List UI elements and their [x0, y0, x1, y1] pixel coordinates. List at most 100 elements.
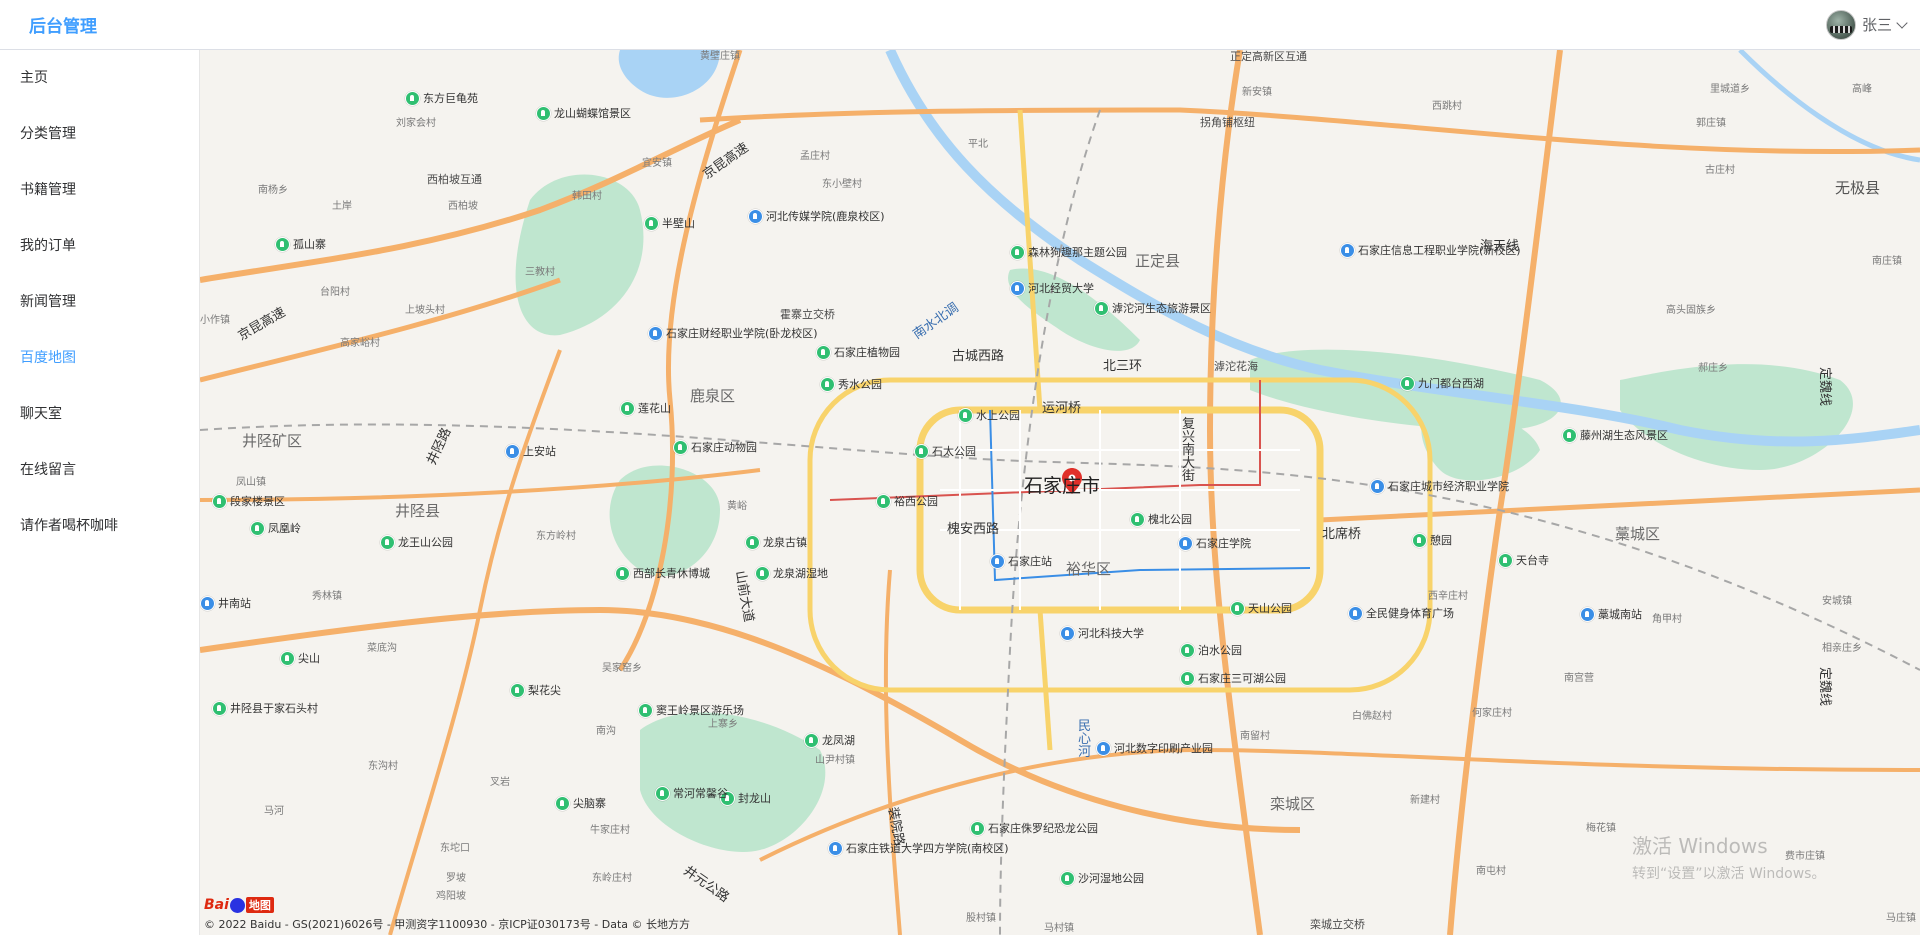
poi-longshan[interactable]: 龙山蝴蝶馆景区 [536, 105, 631, 121]
poi-shijiazhuang-station[interactable]: 石家庄站 [990, 553, 1052, 569]
poi-dinosaur-park[interactable]: 石家庄侏罗纪恐龙公园 [970, 820, 1098, 836]
chevron-down-icon[interactable] [1896, 16, 1908, 29]
poi-tianshan-park[interactable]: 天山公园 [1230, 600, 1292, 616]
poi-xinxi-college[interactable]: 石家庄信息工程职业学院(新校区) [1340, 242, 1521, 258]
baidu-map[interactable]: 石家庄市 鹿泉区 裕华区 藁城区 栾城区 井陉矿区 井陉县 正定县 无极县 古城… [200, 50, 1920, 935]
poi-longwangshan[interactable]: 龙王山公园 [380, 534, 453, 550]
town-label: 马村镇 [1044, 923, 1074, 934]
sidebar-item-messages[interactable]: 在线留言 [0, 442, 199, 498]
sidebar-item-baidu-map[interactable]: 百度地图 [0, 330, 199, 386]
poi-zoo[interactable]: 石家庄动物园 [673, 439, 757, 455]
poi-shangan-station[interactable]: 上安站 [505, 443, 556, 459]
poi-jiuyuan[interactable]: 憩园 [1412, 532, 1452, 548]
town-label: 叉岩 [490, 777, 510, 788]
town-label: 凤山镇 [236, 477, 266, 488]
poi-city-college[interactable]: 石家庄城市经济职业学院 [1370, 478, 1509, 494]
poi-boshui-park[interactable]: 泊水公园 [1180, 642, 1242, 658]
district-gaocheng: 藁城区 [1615, 525, 1661, 543]
poi-dongfang-turtle[interactable]: 东方巨龟苑 [405, 90, 478, 106]
zoo-icon [673, 439, 688, 455]
road-yunhe-qiao: 运河桥 [1042, 401, 1082, 416]
town-label: 里城道乡 [1710, 84, 1750, 95]
town-label: 孟庄村 [800, 151, 830, 162]
poi-jingmao-university[interactable]: 河北经贸大学 [1010, 280, 1094, 296]
poi-yuxi-park[interactable]: 裕西公园 [876, 493, 938, 509]
school-icon [748, 208, 763, 224]
poi-longquan-lake[interactable]: 龙泉湖湿地 [755, 565, 828, 581]
sidebar-item-chatroom[interactable]: 聊天室 [0, 386, 199, 442]
mountain-icon [275, 236, 290, 252]
mountain-icon [620, 400, 635, 416]
town-label: 秀林镇 [312, 591, 342, 602]
poi-tiedao-university[interactable]: 石家庄铁道大学四方学院(南校区) [828, 840, 1009, 856]
train-station-icon [1580, 606, 1595, 622]
town-label: 南屯村 [1476, 866, 1506, 877]
town-label: 南杨乡 [258, 185, 288, 196]
town-label: 高头固族乡 [1666, 305, 1716, 316]
town-label: 三教村 [525, 267, 555, 278]
poi-sanke-lake-park[interactable]: 石家庄三可湖公园 [1180, 670, 1286, 686]
park-icon [615, 565, 630, 581]
poi-banbishan[interactable]: 半壁山 [644, 215, 695, 231]
label-hutuo-flower-sea: 滹沱花海 [1214, 360, 1258, 373]
poi-tangzhou-lake[interactable]: 藤州湖生态风景区 [1562, 427, 1668, 443]
poi-lianhuashan[interactable]: 莲花山 [620, 400, 671, 416]
poi-jingnan-station[interactable]: 井南站 [200, 595, 251, 611]
poi-longfeng-lake[interactable]: 龙凤湖 [804, 732, 855, 748]
poi-shahe-wetland[interactable]: 沙河湿地公园 [1060, 870, 1144, 886]
town-label: 南宫营 [1564, 673, 1594, 684]
park-icon [914, 443, 929, 459]
poi-hebei-keji[interactable]: 河北科技大学 [1060, 625, 1144, 641]
poi-tiantai-temple[interactable]: 天台寺 [1498, 552, 1549, 568]
town-label: 郝庄乡 [1698, 363, 1728, 374]
poi-jianshan[interactable]: 尖山 [280, 650, 320, 666]
poi-hutuo-eco[interactable]: 滹沱河生态旅游景区 [1094, 300, 1211, 316]
poi-chuanmei-college[interactable]: 河北传媒学院(鹿泉校区) [748, 208, 885, 224]
district-yuhua: 裕华区 [1066, 560, 1112, 578]
poi-changhe[interactable]: 常河常馨谷 [655, 785, 728, 801]
sidebar-item-orders[interactable]: 我的订单 [0, 218, 199, 274]
poi-botanical-garden[interactable]: 石家庄植物园 [816, 344, 900, 360]
poi-xiushui-park[interactable]: 秀水公园 [820, 376, 882, 392]
poi-fenghuangling[interactable]: 凤凰岭 [250, 520, 301, 536]
brand-title[interactable]: 后台管理 [29, 12, 97, 37]
poi-gaocheng-south-station[interactable]: 藁城南站 [1580, 606, 1642, 622]
road-fuxing-nan: 复兴南大街 [1182, 417, 1196, 484]
park-icon [820, 376, 835, 392]
poi-fitness-square[interactable]: 全民健身体育广场 [1348, 605, 1454, 621]
poi-forest-park[interactable]: 森林狗趣那主题公园 [1010, 244, 1127, 260]
poi-digital-print-park[interactable]: 河北数字印刷产业园 [1096, 740, 1213, 756]
baidu-paw-icon [229, 897, 245, 913]
park-icon [1412, 532, 1427, 548]
user-avatar[interactable] [1825, 9, 1856, 40]
school-icon [1010, 280, 1025, 296]
poi-longquan-town[interactable]: 龙泉古镇 [745, 534, 807, 550]
poi-xibu-park[interactable]: 西部长青休博城 [615, 565, 710, 581]
town-label: 山尹村镇 [815, 755, 855, 766]
poi-huaibei-park[interactable]: 槐北公园 [1130, 511, 1192, 527]
poi-shuishang-park[interactable]: 水上公园 [958, 407, 1020, 423]
poi-yujia-village[interactable]: 井陉县于家石头村 [212, 700, 318, 716]
poi-douling[interactable]: 窦王岭景区游乐场 [638, 702, 744, 718]
sidebar-item-books[interactable]: 书籍管理 [0, 162, 199, 218]
poi-jiumen-lake[interactable]: 九门都台西湖 [1400, 375, 1484, 391]
sidebar-item-category[interactable]: 分类管理 [0, 106, 199, 162]
sidebar-item-home[interactable]: 主页 [0, 50, 199, 106]
poi-shijiazhuang-college[interactable]: 石家庄学院 [1178, 535, 1251, 551]
user-name[interactable]: 张三 [1862, 14, 1892, 35]
park-icon [655, 785, 670, 801]
poi-gushan[interactable]: 孤山寨 [275, 236, 326, 252]
poi-jiannao[interactable]: 尖脑寨 [555, 795, 606, 811]
park-icon [1562, 427, 1577, 443]
baidu-map-logo[interactable]: Bai 地图 [204, 897, 274, 913]
user-dropdown[interactable]: 张三 [1825, 9, 1908, 40]
sidebar-item-news[interactable]: 新闻管理 [0, 274, 199, 330]
sidebar-item-coffee[interactable]: 请作者喝杯咖啡 [0, 498, 199, 554]
poi-duanjia[interactable]: 段家楼景区 [212, 493, 285, 509]
temple-icon [1498, 552, 1513, 568]
poi-shitai-park[interactable]: 石太公园 [914, 443, 976, 459]
map-copyright: © 2022 Baidu - GS(2021)6026号 - 甲测资字11009… [204, 918, 691, 931]
poi-lihua[interactable]: 梨花尖 [510, 682, 561, 698]
town-label: 西辛庄村 [1428, 591, 1468, 602]
poi-caijing-college[interactable]: 石家庄财经职业学院(卧龙校区) [648, 325, 818, 341]
